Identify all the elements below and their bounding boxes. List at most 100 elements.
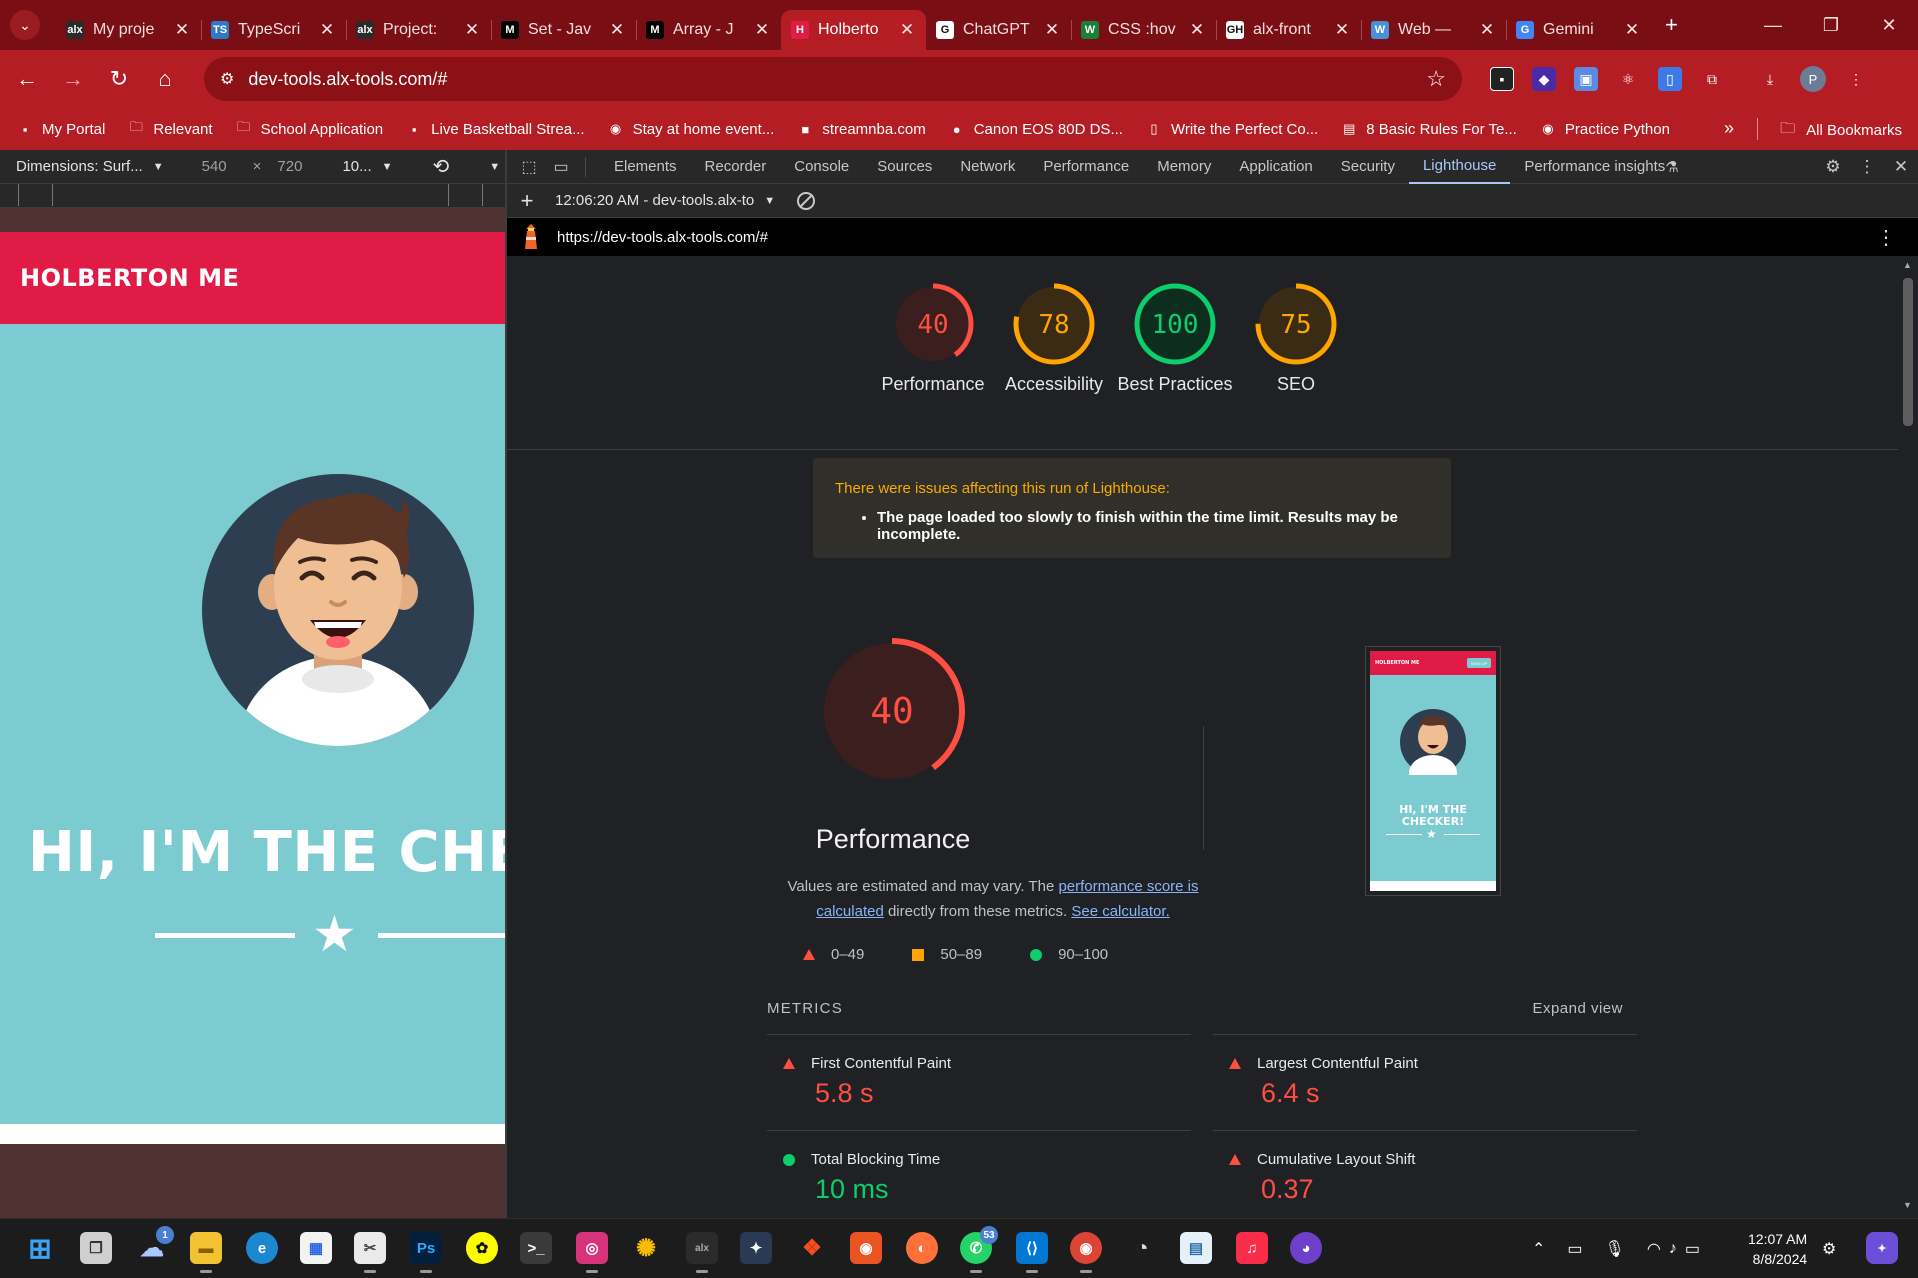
close-devtools-icon[interactable]: ✕ — [1884, 157, 1918, 177]
more-bookmarks-icon[interactable]: » — [1724, 118, 1734, 139]
expand-view-toggle[interactable]: Expand view — [1532, 1000, 1623, 1017]
chevron-down-icon[interactable]: ▼ — [764, 195, 775, 207]
clear-reports-icon[interactable] — [797, 191, 816, 210]
terminal-icon[interactable]: >_ — [520, 1232, 552, 1264]
volume-icon[interactable]: ♪ — [1669, 1240, 1677, 1258]
cast-icon[interactable]: ▭ — [1567, 1239, 1582, 1259]
tab-close-icon[interactable]: ✕ — [1623, 20, 1641, 40]
chrome-icon[interactable]: ◉ — [1070, 1232, 1102, 1273]
scroll-down-arrow-icon[interactable]: ▼ — [1903, 1200, 1912, 1210]
browser-tab[interactable]: W Web — ✕ — [1361, 10, 1506, 50]
tab-close-icon[interactable]: ✕ — [1188, 20, 1206, 40]
tab-close-icon[interactable]: ✕ — [1043, 20, 1061, 40]
extensions-puzzle-icon[interactable]: ⧉ — [1700, 67, 1724, 91]
device-options-icon[interactable]: ▼ — [489, 161, 500, 173]
minimize-button[interactable]: — — [1744, 0, 1802, 50]
tab-close-icon[interactable]: ✕ — [1333, 20, 1351, 40]
bookmark-item[interactable]: 🗀 Relevant — [127, 119, 213, 138]
copilot-icon[interactable]: ✦ — [1866, 1232, 1898, 1264]
snapchat-icon[interactable]: ✿ — [466, 1232, 498, 1264]
inspect-element-icon[interactable]: ⬚ — [513, 157, 545, 177]
tab-close-icon[interactable]: ✕ — [608, 20, 626, 40]
browser-tab[interactable]: TS TypeScri ✕ — [201, 10, 346, 50]
bookmark-item[interactable]: ▪ My Portal — [16, 120, 106, 138]
score-gauge[interactable]: 100 Best Practices — [1115, 282, 1235, 397]
react-devtools-icon[interactable]: ⚛ — [1616, 67, 1640, 91]
browser-tab[interactable]: G Gemini ✕ — [1506, 10, 1651, 50]
google-photos-icon[interactable]: ✺ — [630, 1232, 662, 1264]
wifi-icon[interactable]: ◠ — [1647, 1239, 1661, 1259]
report-menu-icon[interactable]: ⋮ — [1876, 225, 1896, 250]
show-hidden-icons-icon[interactable]: ⌃ — [1532, 1239, 1545, 1259]
report-scroll-thumb[interactable] — [1903, 278, 1913, 426]
new-tab-button[interactable]: + — [1665, 12, 1678, 38]
score-gauge[interactable]: 75 SEO — [1236, 282, 1356, 397]
vscode-icon[interactable]: ⟨⟩ — [1016, 1232, 1048, 1273]
profile-avatar[interactable]: P — [1800, 66, 1826, 92]
ms-store-icon[interactable]: ▦ — [300, 1232, 332, 1264]
extension-icon[interactable]: ▣ — [1574, 67, 1598, 91]
restore-button[interactable]: ❐ — [1802, 0, 1860, 50]
browser-tab[interactable]: M Set - Jav ✕ — [491, 10, 636, 50]
score-gauge[interactable]: 40 Performance — [873, 282, 993, 397]
tab-close-icon[interactable]: ✕ — [1478, 20, 1496, 40]
new-report-button[interactable]: + — [507, 188, 547, 214]
address-bar[interactable]: ⚙ dev-tools.alx-tools.com/# ☆ — [204, 57, 1462, 101]
bookmark-item[interactable]: 🗀 School Application — [235, 119, 383, 138]
more-options-icon[interactable]: ⋮ — [1850, 157, 1884, 177]
bookmark-item[interactable]: ▤ 8 Basic Rules For Te... — [1340, 120, 1517, 138]
tab-close-icon[interactable]: ✕ — [318, 20, 336, 40]
final-screenshot[interactable]: HOLBERTON ME SIGN UP HI, I'M THE CHECKER… — [1365, 646, 1501, 896]
task-view-icon[interactable]: ❐ — [80, 1232, 112, 1264]
tab-close-icon[interactable]: ✕ — [463, 20, 481, 40]
alx-app-icon[interactable]: alx — [686, 1232, 718, 1273]
taskbar-clock[interactable]: 12:07 AM 8/8/2024 — [1748, 1229, 1807, 1269]
scroll-up-arrow-icon[interactable]: ▲ — [1903, 260, 1912, 270]
zoom-select[interactable]: 10... — [342, 158, 371, 175]
whatsapp-icon[interactable]: ✆ 53 — [960, 1226, 998, 1273]
close-window-button[interactable]: ✕ — [1860, 0, 1918, 50]
start-windows-icon[interactable]: ⊞ — [24, 1232, 56, 1264]
instagram-icon[interactable]: ◎ — [576, 1232, 608, 1273]
browser-tab[interactable]: W CSS :hov ✕ — [1071, 10, 1216, 50]
address-url[interactable]: dev-tools.alx-tools.com/# — [248, 69, 1426, 90]
all-bookmarks-button[interactable]: 🗀 All Bookmarks — [1780, 118, 1902, 143]
see-calculator-link[interactable]: See calculator. — [1071, 903, 1169, 920]
tab-close-icon[interactable]: ✕ — [173, 20, 191, 40]
chevron-down-icon[interactable]: ▼ — [153, 161, 164, 173]
devtools-tab[interactable]: Performance insights ⚗ — [1510, 150, 1692, 184]
devtools-tab[interactable]: Console — [780, 150, 863, 184]
device-width-input[interactable]: 540 — [202, 158, 227, 175]
extension-icon[interactable]: ▪ — [1490, 67, 1514, 91]
browser-menu-icon[interactable]: ⋮ — [1844, 67, 1868, 91]
microphone-icon[interactable]: 🎙 — [1605, 1239, 1625, 1259]
tab-search-button[interactable]: ⌄ — [10, 10, 40, 40]
devtools-tab[interactable]: Performance — [1029, 150, 1143, 184]
browser-tab[interactable]: GH alx-front ✕ — [1216, 10, 1361, 50]
snipping-tool-icon[interactable]: ✂ — [354, 1232, 386, 1273]
notifications-icon[interactable]: ⚙ — [1822, 1219, 1836, 1278]
rotate-icon[interactable]: ⟲ — [433, 154, 450, 179]
devtools-tab[interactable]: Application — [1225, 150, 1326, 184]
photoshop-icon[interactable]: Ps — [410, 1232, 442, 1273]
devtools-tab[interactable]: Sources — [863, 150, 946, 184]
weather-widget-icon[interactable]: ☁ 1 — [136, 1226, 174, 1264]
chevron-down-icon[interactable]: ▼ — [382, 161, 393, 173]
devtools-tab[interactable]: Recorder — [691, 150, 781, 184]
browser-tab[interactable]: H Holberto ✕ — [781, 10, 926, 50]
davinci-icon[interactable]: ✦ — [740, 1232, 772, 1264]
browser-tab[interactable]: alx My proje ✕ — [56, 10, 201, 50]
tab-close-icon[interactable]: ✕ — [753, 20, 771, 40]
figma-icon[interactable]: ❖ — [796, 1232, 828, 1264]
bookmark-item[interactable]: ● Canon EOS 80D DS... — [948, 120, 1123, 138]
tab-close-icon[interactable]: ✕ — [898, 20, 916, 40]
edge-browser-icon[interactable]: e — [246, 1232, 278, 1264]
bookmark-star-icon[interactable]: ☆ — [1426, 66, 1446, 92]
browser-tab[interactable]: G ChatGPT ✕ — [926, 10, 1071, 50]
home-button[interactable]: ⌂ — [142, 56, 188, 102]
extension-icon[interactable]: ◆ — [1532, 67, 1556, 91]
report-url[interactable]: https://dev-tools.alx-tools.com/# — [557, 229, 768, 246]
download-icon[interactable]: ⤓ — [1758, 67, 1782, 91]
extension-icon[interactable]: ▯ — [1658, 67, 1682, 91]
device-toolbar-toggle-icon[interactable]: ▭ — [545, 157, 577, 177]
